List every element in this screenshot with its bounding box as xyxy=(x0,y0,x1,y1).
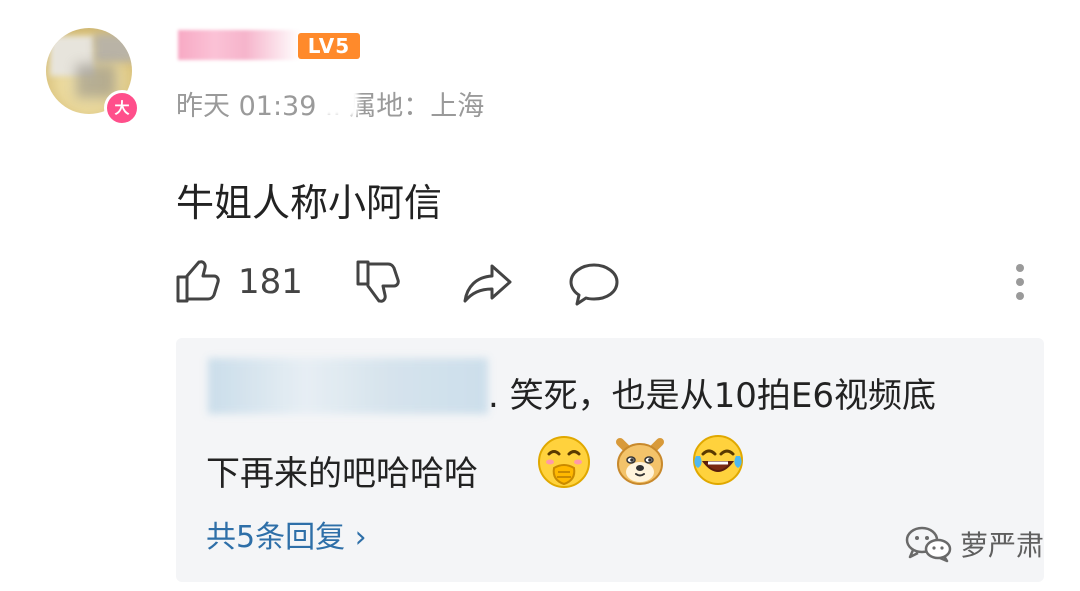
meta-redaction xyxy=(322,86,358,116)
watermark-text: 萝严肃 xyxy=(960,529,1045,562)
share-icon[interactable] xyxy=(460,260,514,306)
reply-text-line-2: 下再来的吧哈哈哈 xyxy=(206,454,478,494)
like-count: 181 xyxy=(238,262,303,302)
reply-username-redacted[interactable] xyxy=(208,358,488,414)
comment-bubble-icon[interactable] xyxy=(568,262,620,306)
view-all-replies-link[interactable]: 共5条回复 › xyxy=(206,512,367,556)
comment-text: 牛姐人称小阿信 xyxy=(176,181,443,225)
more-vertical-icon[interactable] xyxy=(1008,262,1032,306)
tears-of-joy-icon xyxy=(693,435,743,485)
wechat-icon xyxy=(905,526,952,563)
avatar-vip-badge: 大 xyxy=(104,90,140,126)
username-redacted[interactable] xyxy=(178,30,300,60)
level-badge: LV5 xyxy=(298,33,360,59)
thumbs-down-icon[interactable] xyxy=(352,258,402,308)
watermark: 萝严肃 xyxy=(904,522,1044,566)
comment-page: 大 LV5 昨天 01:39 IP属地：上海 牛姐人称小阿信 181 . 笑死，… xyxy=(0,0,1080,591)
thumbs-up-icon[interactable] xyxy=(174,257,222,305)
doge-icon xyxy=(616,438,664,485)
avatar[interactable]: 大 xyxy=(28,22,144,126)
reply-text-line-1: . 笑死，也是从10拍E6视频底 xyxy=(488,376,936,416)
cover-face-laugh-icon xyxy=(538,436,590,488)
